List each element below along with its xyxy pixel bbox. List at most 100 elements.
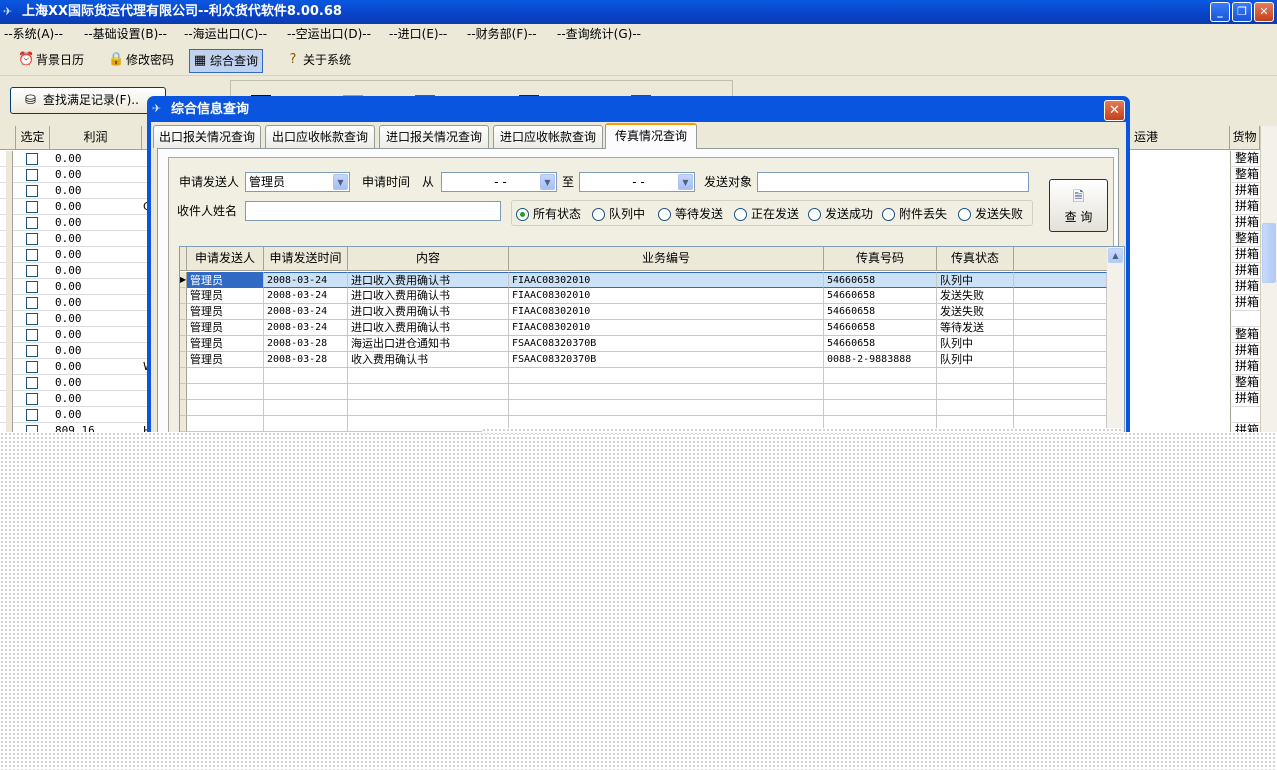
send-target-input[interactable]: [757, 172, 1029, 192]
table-row[interactable]: 0.00G: [0, 199, 160, 215]
row-checkbox[interactable]: [26, 249, 38, 261]
cargo-cell: [1230, 311, 1262, 327]
recipient-name-input[interactable]: [245, 201, 501, 221]
table-row[interactable]: 管理员 2008-03-28 海运出口进仓通知书 FSAAC08320370B 5466…: [180, 336, 1107, 352]
table-row[interactable]: 管理员 2008-03-24 进口收入费用确认书 FIAAC08302010 54660…: [180, 320, 1107, 336]
profit-cell: 0.00: [55, 408, 82, 421]
row-checkbox[interactable]: [26, 265, 38, 277]
main-grid-scrollbar[interactable]: [1260, 126, 1277, 432]
column-profit[interactable]: 利润: [50, 126, 142, 150]
table-row[interactable]: 0.00: [0, 231, 160, 247]
query-button[interactable]: 🗎 查 询: [1049, 179, 1108, 232]
about-button[interactable]: ? 关于系统: [283, 49, 351, 73]
row-checkbox[interactable]: [26, 313, 38, 325]
composite-query-button[interactable]: ▦ 综合查询: [189, 49, 264, 73]
row-checkbox[interactable]: [26, 185, 38, 197]
radio-sending[interactable]: 正在发送: [734, 205, 799, 223]
find-records-button[interactable]: ⛁ 查找满足记录(F)..: [10, 87, 166, 114]
chevron-down-icon[interactable]: ▼: [333, 174, 348, 190]
column-fax-status[interactable]: 传真状态: [937, 247, 1014, 271]
menu-query-stats[interactable]: --查询统计(G)--: [557, 24, 641, 44]
fax-query-frame: 申请发送人 管理员 ▼ 申请时间 从 - - ▼ 至 - - ▼ 发送对象 收件…: [168, 157, 1125, 438]
to-date-picker[interactable]: - - ▼: [579, 172, 695, 192]
tab-import-receivables[interactable]: 进口应收帐款查询: [493, 125, 603, 148]
row-checkbox[interactable]: [26, 393, 38, 405]
menu-sea-export[interactable]: --海运出口(C)--: [184, 24, 267, 44]
radio-attachment-lost[interactable]: 附件丢失: [882, 205, 947, 223]
table-row[interactable]: ▶ 管理员 2008-03-24 进口收入费用确认书 FIAAC08302010 5466…: [180, 272, 1107, 288]
table-row[interactable]: 0.00: [0, 183, 160, 199]
table-row[interactable]: 0.00: [0, 167, 160, 183]
sender-select[interactable]: 管理员 ▼: [245, 172, 350, 192]
table-row[interactable]: 0.00: [0, 343, 160, 359]
row-checkbox[interactable]: [26, 377, 38, 389]
table-row[interactable]: 0.00: [0, 327, 160, 343]
table-row[interactable]: 管理员 2008-03-28 收入费用确认书 FSAAC08320370B 0088-2…: [180, 352, 1107, 368]
scroll-up-icon[interactable]: ▲: [1108, 248, 1123, 263]
chevron-down-icon[interactable]: ▼: [540, 174, 555, 190]
menu-air-export[interactable]: --空运出口(D)--: [287, 24, 371, 44]
close-button[interactable]: ✕: [1254, 2, 1274, 22]
minimize-button[interactable]: _: [1210, 2, 1230, 22]
send-time-cell: [264, 384, 348, 400]
table-row[interactable]: 0.00: [0, 151, 160, 167]
menu-system[interactable]: --系统(A)--: [4, 24, 63, 44]
column-business-no[interactable]: 业务编号: [509, 247, 824, 271]
row-checkbox[interactable]: [26, 169, 38, 181]
profit-cell: 0.00: [55, 248, 82, 261]
calendar-button[interactable]: ⏰ 背景日历: [16, 49, 84, 73]
row-checkbox[interactable]: [26, 329, 38, 341]
column-select[interactable]: 选定: [16, 126, 50, 150]
table-row[interactable]: 管理员 2008-03-24 进口收入费用确认书 FIAAC08302010 54660…: [180, 288, 1107, 304]
row-checkbox[interactable]: [26, 345, 38, 357]
table-row[interactable]: 管理员 2008-03-24 进口收入费用确认书 FIAAC08302010 54660…: [180, 304, 1107, 320]
row-checkbox[interactable]: [26, 409, 38, 421]
radio-waiting[interactable]: 等待发送: [658, 205, 723, 223]
table-row[interactable]: 0.00: [0, 215, 160, 231]
radio-all-status[interactable]: 所有状态: [516, 205, 581, 223]
chevron-down-icon[interactable]: ▼: [678, 174, 693, 190]
change-password-button[interactable]: 🔒 修改密码: [106, 49, 174, 73]
menu-import[interactable]: --进口(E)--: [389, 24, 447, 44]
row-checkbox[interactable]: [26, 297, 38, 309]
table-row[interactable]: 0.00: [0, 279, 160, 295]
tab-export-receivables[interactable]: 出口应收帐款查询: [265, 125, 375, 148]
radio-failed[interactable]: 发送失败: [958, 205, 1023, 223]
table-row[interactable]: 0.00: [0, 311, 160, 327]
scrollbar-thumb[interactable]: [1262, 223, 1276, 283]
table-row[interactable]: 0.00: [0, 247, 160, 263]
table-row[interactable]: 0.00: [0, 407, 160, 423]
row-checkbox[interactable]: [26, 361, 38, 373]
radio-queued[interactable]: 队列中: [592, 205, 645, 223]
column-cargo[interactable]: 货物: [1230, 126, 1260, 150]
tab-fax-status[interactable]: 传真情况查询: [605, 123, 697, 149]
row-checkbox[interactable]: [26, 281, 38, 293]
table-row[interactable]: 0.00: [0, 391, 160, 407]
column-content[interactable]: 内容: [348, 247, 509, 271]
radio-success[interactable]: 发送成功: [808, 205, 873, 223]
column-sender[interactable]: 申请发送人: [187, 247, 264, 271]
row-checkbox[interactable]: [26, 233, 38, 245]
restore-button[interactable]: ❐: [1232, 2, 1252, 22]
tab-import-customs[interactable]: 进口报关情况查询: [379, 125, 489, 148]
table-row[interactable]: 0.00: [0, 263, 160, 279]
table-row[interactable]: 0.00: [0, 375, 160, 391]
row-checkbox[interactable]: [26, 153, 38, 165]
profit-cell: 0.00: [55, 312, 82, 325]
dialog-close-button[interactable]: ✕: [1104, 100, 1125, 121]
row-checkbox[interactable]: [26, 201, 38, 213]
table-row[interactable]: 0.00: [0, 295, 160, 311]
business-no-cell: FSAAC08320370B: [509, 336, 824, 352]
table-row[interactable]: 0.00W: [0, 359, 160, 375]
tab-export-customs[interactable]: 出口报关情况查询: [153, 125, 261, 148]
from-date-picker[interactable]: - - ▼: [441, 172, 557, 192]
menu-finance[interactable]: --财务部(F)--: [467, 24, 537, 44]
column-send-time[interactable]: 申请发送时间: [264, 247, 348, 271]
menu-basic-settings[interactable]: --基础设置(B)--: [84, 24, 167, 44]
calendar-label: 背景日历: [36, 53, 85, 67]
column-port[interactable]: 运港: [1130, 126, 1230, 150]
fax-grid-scrollbar[interactable]: ▲: [1107, 247, 1124, 437]
table-icon: ▦: [193, 53, 207, 68]
row-checkbox[interactable]: [26, 217, 38, 229]
column-fax-number[interactable]: 传真号码: [824, 247, 937, 271]
